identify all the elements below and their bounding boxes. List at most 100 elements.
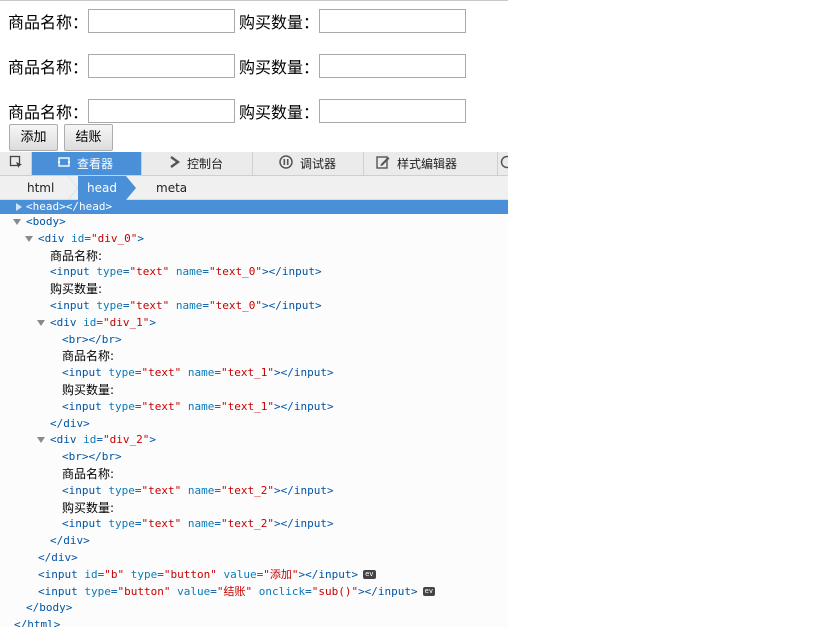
markup-line[interactable]: 购买数量: [0,500,508,517]
product-name-input-2[interactable] [88,99,236,123]
console-icon [170,156,181,171]
expand-arrow-icon[interactable] [37,437,45,444]
markup-line[interactable]: <div id="div_0"> [0,231,508,248]
markup-line[interactable]: <br></br> [0,332,508,349]
markup-token-val: "结账" [216,584,253,598]
markup-line[interactable]: 商品名称: [0,248,508,265]
markup-token-attr: id [84,567,98,581]
markup-token-attr: type [108,483,135,497]
markup-token-val: "text" [129,298,170,312]
markup-line[interactable]: <body> [0,214,508,231]
event-badge[interactable]: ev [422,587,436,597]
product-name-label: 商品名称： [8,58,89,77]
breadcrumb-meta[interactable]: meta [156,176,187,200]
markup-token-tag: = [214,366,221,380]
markup-text: <input type="text" name="text_1"></input… [62,399,334,416]
markup-line[interactable]: </body> [0,600,508,617]
markup-token-tag: = [96,315,103,329]
quantity-label: 购买数量： [239,58,320,77]
markup-token-tag: = [214,483,221,497]
product-name-input-0[interactable] [88,9,236,33]
markup-line[interactable]: 商品名称: [0,466,508,483]
markup-token-tag: </div> [38,550,78,564]
markup-line[interactable]: <input type="text" name="text_2"></input… [0,483,508,500]
product-name-input-1[interactable] [88,54,236,78]
markup-line[interactable]: <input type="text" name="text_0"></input… [0,298,508,315]
breadcrumb-html[interactable]: html [27,176,54,200]
markup-token-tag: = [157,567,164,581]
markup-line[interactable]: <div id="div_2"> [0,432,508,449]
markup-token-attr: id [83,315,97,329]
markup-token-val: "text_0" [208,298,262,312]
markup-token-val: "text" [129,265,170,279]
tab-style-editor[interactable]: 样式编辑器 [364,152,498,175]
checkout-button[interactable]: 结账 [64,124,113,151]
product-name-label: 商品名称： [8,13,89,32]
markup-token-tag: <input [50,265,97,279]
markup-token-tag: <head></head> [26,200,113,213]
markup-text: </div> [38,550,78,567]
markup-token-attr: name [187,483,215,497]
tab-console[interactable]: 控制台 [142,152,253,175]
tab-debugger-label: 调试器 [300,157,337,171]
markup-line[interactable]: <input type="text" name="text_2"></input… [0,516,508,533]
markup-token-tag: ></input> [273,517,334,531]
devtools-toolbar: 查看器 控制台 调试器 样式编辑器 [0,152,508,176]
markup-token-tag: = [96,433,103,447]
markup-line[interactable]: 购买数量: [0,281,508,298]
markup-token-tag: ></input> [358,584,418,598]
markup-token-plain: 商品名称: [50,248,103,263]
breadcrumb-head[interactable]: head [78,176,126,200]
markup-line[interactable]: </div> [0,416,508,433]
markup-line[interactable]: <br></br> [0,449,508,466]
markup-line[interactable]: </div> [0,533,508,550]
markup-token-tag: <input [62,517,109,531]
markup-token-tag [181,366,188,379]
markup-token-tag: <body> [26,215,66,228]
markup-token-val: "text_2" [220,517,274,531]
markup-token-val: "text_1" [220,399,274,413]
markup-line[interactable]: <input type="text" name="text_1"></input… [0,399,508,416]
markup-token-val: "text" [141,399,182,413]
markup-tree: <head></head> <body> <div id="div_0"> 商品名称:… [0,200,508,627]
inspector-icon [58,156,70,171]
markup-token-attr: type [96,265,123,279]
markup-token-tag: = [214,517,221,531]
tab-debugger[interactable]: 调试器 [253,152,364,175]
quantity-label: 购买数量： [239,13,320,32]
markup-token-attr: type [84,584,111,598]
markup-token-tag: <input [62,366,109,380]
markup-line[interactable]: </div> [0,550,508,567]
markup-token-val: "text" [141,517,182,531]
markup-token-tag [169,299,176,312]
markup-token-val: "text" [141,483,182,497]
quantity-input-1[interactable] [319,54,467,78]
quantity-input-0[interactable] [319,9,467,33]
event-badge[interactable]: ev [363,570,376,580]
markup-line[interactable]: 商品名称: [0,348,508,365]
markup-text: <input type="text" name="text_2"></input… [62,483,334,500]
markup-line[interactable]: <input type="text" name="text_0"></input… [0,264,508,281]
markup-token-attr: name [187,517,215,531]
markup-line[interactable]: <input type="button" value="结账" onclick=… [0,584,508,601]
markup-token-tag: = [214,399,221,413]
tab-inspector[interactable]: 查看器 [32,152,142,175]
markup-line[interactable]: <input id="b" type="button" value="添加"><… [0,567,508,584]
debugger-icon [279,155,293,172]
markup-text: <body> [26,214,66,231]
add-button[interactable]: 添加 [9,124,58,151]
markup-token-plain: 购买数量: [50,282,103,297]
markup-line[interactable]: <input type="text" name="text_1"></input… [0,365,508,382]
markup-line[interactable]: 购买数量: [0,382,508,399]
markup-line[interactable]: <head></head> [0,200,508,214]
expand-arrow-icon[interactable] [37,319,45,326]
tab-overflow[interactable] [498,152,508,175]
collapse-arrow-icon[interactable] [16,203,22,211]
product-name-label: 商品名称： [8,103,89,122]
markup-line[interactable]: <div id="div_1"> [0,315,508,332]
quantity-input-2[interactable] [319,99,467,123]
markup-line[interactable]: </html> [0,617,508,627]
expand-arrow-icon[interactable] [13,219,21,225]
expand-arrow-icon[interactable] [25,235,33,242]
element-picker-button[interactable] [0,152,32,175]
